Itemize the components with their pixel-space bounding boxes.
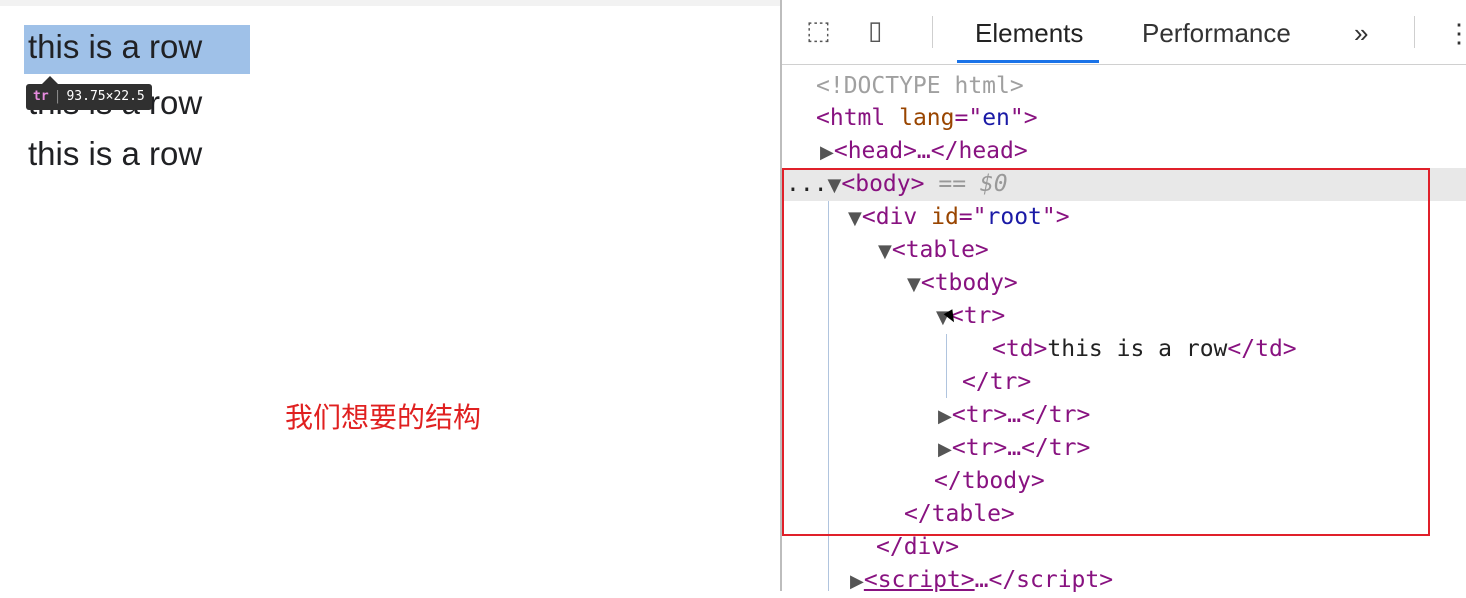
element-tooltip: tr | 93.75×22.5 (26, 76, 152, 110)
table-row-1: this is a row (28, 28, 203, 65)
tooltip-tag: tr (33, 89, 49, 104)
more-tabs-button[interactable]: » (1354, 18, 1368, 49)
annotation-text: 我们想要的结构 (285, 401, 482, 434)
table-row-3: this is a row (28, 135, 203, 172)
tooltip-size: 93.75×22.5 (66, 89, 145, 104)
devtools-panel: ⬚ ▯ Elements Performance » ⋮ <!DOCTYPE h… (780, 0, 1466, 593)
html-line[interactable]: <html lang="en"> (816, 102, 1038, 135)
annotation-box (782, 168, 1430, 536)
device-toolbar-icon[interactable]: ▯ (868, 16, 882, 46)
tab-performance[interactable]: Performance (1142, 18, 1291, 49)
inspect-element-icon[interactable]: ⬚ (806, 16, 831, 46)
page-viewport: this is a row this is a row this is a ro… (0, 0, 780, 591)
script-line[interactable]: ▶<script>…</script> (850, 564, 1113, 598)
menu-icon[interactable]: ⋮ (1446, 18, 1466, 49)
head-line[interactable]: ▶<head>…</head> (820, 135, 1028, 169)
active-tab-underline (957, 60, 1099, 63)
doctype-line[interactable]: <!DOCTYPE html> (816, 70, 1024, 103)
tab-elements[interactable]: Elements (975, 18, 1083, 49)
dom-tree: <!DOCTYPE html> <html lang="en"> ▶<head>… (782, 64, 1466, 593)
devtools-toolbar: ⬚ ▯ Elements Performance » ⋮ (782, 0, 1466, 65)
